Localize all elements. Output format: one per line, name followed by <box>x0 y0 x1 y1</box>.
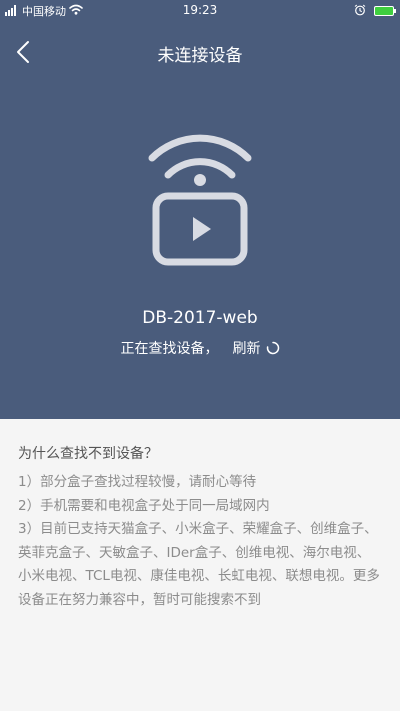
connection-panel: 中国移动 19:23 未连接设备 DB-2017-web 正在查找设备， 刷新 <box>0 0 400 419</box>
search-status-text: 正在查找设备， <box>120 341 219 357</box>
nav-bar: 未连接设备 <box>0 28 400 76</box>
status-time: 19:23 <box>182 3 218 17</box>
device-name: DB-2017-web <box>142 308 258 328</box>
help-title: 为什么查找不到设备？ <box>18 446 158 462</box>
help-item-text: 1）部分盒子查找过程较慢，请耐心等待 <box>18 474 257 490</box>
chevron-left-icon <box>17 41 29 63</box>
refresh-button[interactable]: 刷新 <box>233 338 280 358</box>
help-item: 3）目前已支持天猫盒子、小米盒子、荣耀盒子、创维盒子、英菲克盒子、天敏盒子、ID… <box>18 518 380 612</box>
help-item-text: 3）目前已支持天猫盒子、小米盒子、荣耀盒子、创维盒子、英菲克盒子、天敏盒子、ID… <box>18 521 380 608</box>
cast-tv-icon <box>140 118 260 268</box>
alarm-icon <box>354 4 366 19</box>
help-item-text: 2）手机需要和电视盒子处于同一局域网内 <box>18 497 270 514</box>
help-item: 2）手机需要和电视盒子处于同一局域网内 <box>18 495 380 519</box>
status-right <box>354 3 396 19</box>
search-status-row: 正在查找设备， 刷新 <box>0 338 400 358</box>
help-item: 1）部分盒子查找过程较慢，请耐心等待 <box>18 471 380 495</box>
back-button[interactable] <box>10 38 38 66</box>
help-list: 1）部分盒子查找过程较慢，请耐心等待 2）手机需要和电视盒子处于同一局域网内 3… <box>18 471 380 612</box>
page-title: 未连接设备 <box>157 46 243 66</box>
battery-icon <box>374 6 396 16</box>
refresh-label: 刷新 <box>232 341 261 357</box>
screen: 中国移动 19:23 未连接设备 DB-2017-web 正在查找设备， 刷新 … <box>0 0 400 711</box>
status-bar: 中国移动 19:23 <box>0 0 400 22</box>
spinner-icon <box>266 341 279 355</box>
help-section: 为什么查找不到设备？ 1）部分盒子查找过程较慢，请耐心等待 2）手机需要和电视盒… <box>0 419 400 711</box>
